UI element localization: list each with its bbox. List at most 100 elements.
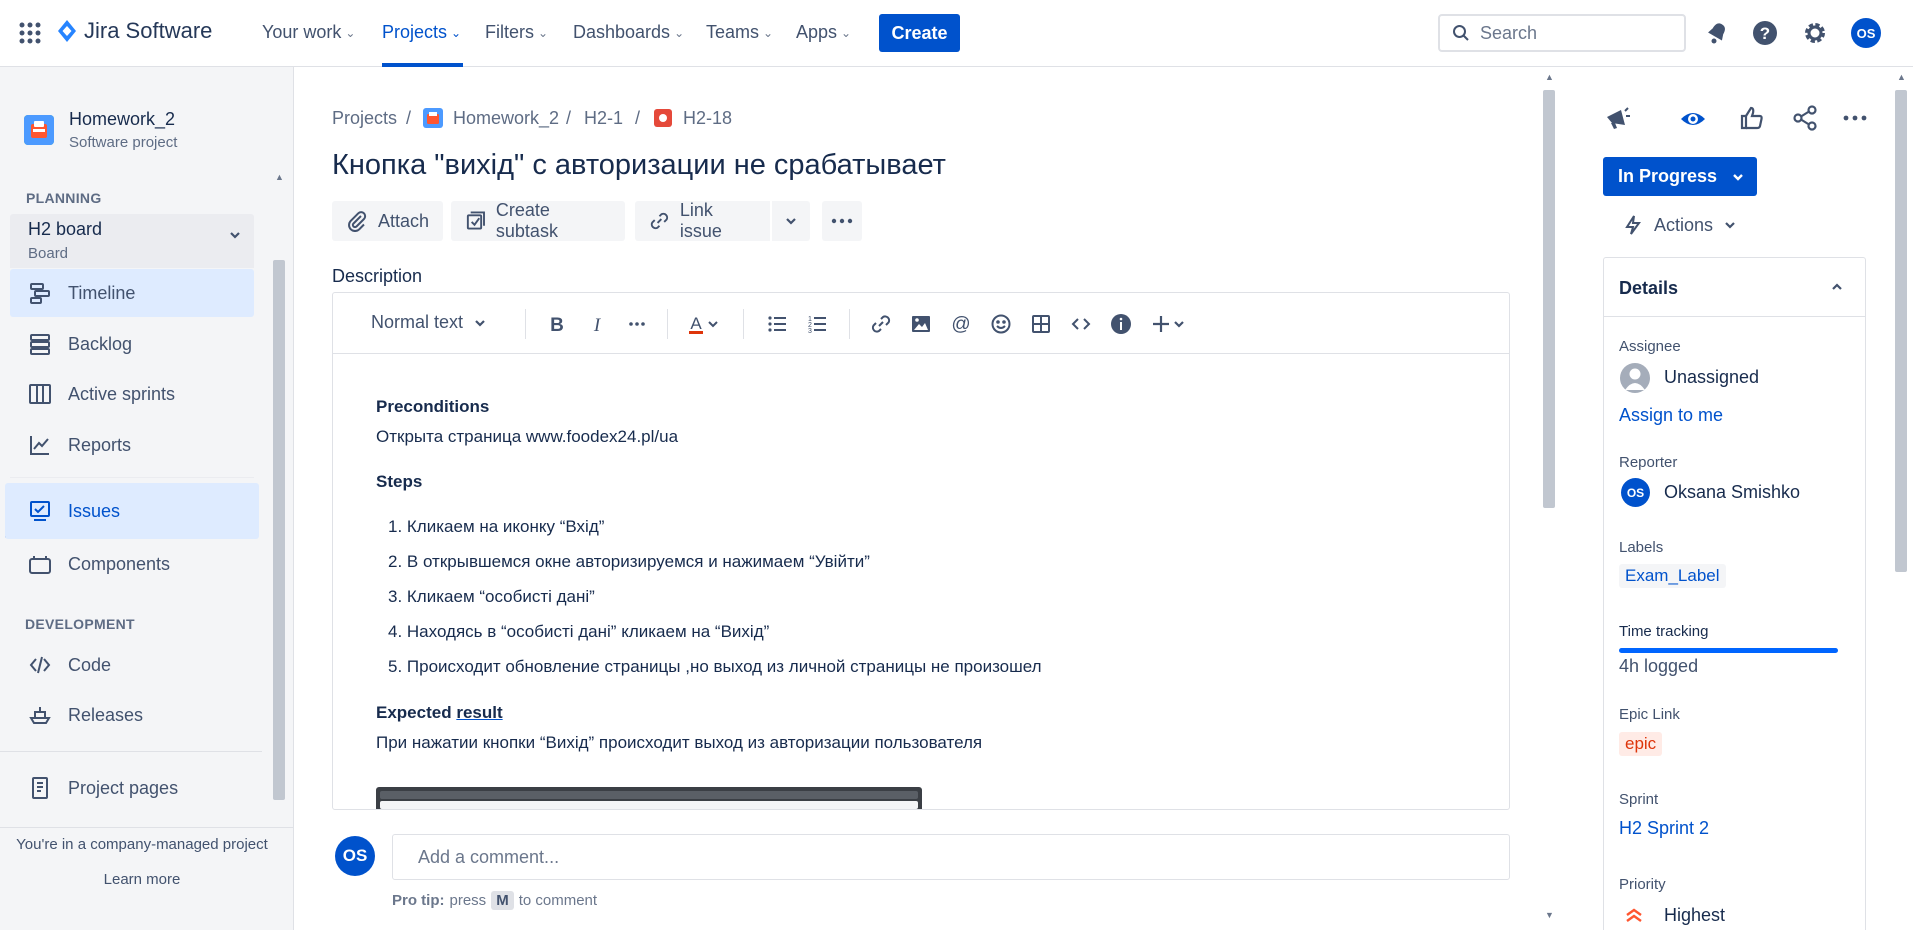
company-managed-text: You're in a company-managed project [16, 836, 268, 853]
chevron-up-icon[interactable] [1830, 280, 1844, 294]
epic-lozenge[interactable]: epic [1619, 732, 1663, 756]
italic-icon[interactable]: I [585, 312, 609, 336]
project-name[interactable]: Homework_2 [69, 109, 175, 130]
help-icon[interactable]: ? [1752, 20, 1778, 46]
label-tag[interactable]: Exam_Label [1619, 564, 1726, 588]
status-dropdown[interactable]: In Progress [1603, 157, 1757, 196]
feedback-megaphone-icon[interactable] [1603, 105, 1631, 133]
scroll-up-icon[interactable]: ▲ [275, 172, 284, 182]
numbered-list-icon[interactable]: 123 [805, 312, 829, 336]
scrollbar-thumb[interactable] [1543, 90, 1555, 508]
breadcrumb-projects[interactable]: Projects [332, 108, 397, 129]
nav-projects[interactable]: Projects ⌄ [382, 22, 461, 43]
board-selector[interactable]: H2 board Board [10, 214, 254, 268]
breadcrumb-project[interactable]: Homework_2 [453, 108, 559, 129]
details-header[interactable]: Details [1604, 258, 1865, 317]
scrollbar-thumb[interactable] [273, 260, 285, 800]
comment-input[interactable]: Add a comment... [392, 834, 1510, 880]
mention-icon[interactable]: @ [949, 312, 973, 336]
sidebar-item-components[interactable]: Components [10, 540, 254, 588]
scroll-down-icon[interactable]: ▼ [1545, 910, 1554, 920]
breadcrumb-epic[interactable]: H2-1 [584, 108, 623, 129]
jira-logo[interactable]: Jira Software [56, 18, 212, 44]
bold-icon[interactable]: B [545, 312, 569, 336]
bullet-list-icon[interactable] [765, 312, 789, 336]
more-actions-button[interactable] [822, 201, 862, 241]
planning-heading: PLANNING [26, 190, 102, 206]
breadcrumb-separator: / [566, 108, 572, 128]
sidebar-item-backlog[interactable]: Backlog [10, 320, 254, 368]
nav-filters[interactable]: Filters ⌄ [485, 22, 548, 43]
insert-more-icon[interactable] [1151, 312, 1191, 336]
user-avatar[interactable]: OS [1851, 18, 1881, 48]
description-editor[interactable]: Normal text B I A 123 @ Preconditions От… [332, 292, 1510, 810]
scroll-up-icon[interactable]: ▲ [1545, 72, 1554, 82]
link-icon [650, 212, 669, 230]
main-scrollbar[interactable]: ▲ ▼ [1540, 70, 1558, 930]
actions-dropdown[interactable]: Actions [1622, 214, 1737, 236]
priority-label: Priority [1619, 876, 1666, 893]
nav-dashboards[interactable]: Dashboards ⌄ [573, 22, 684, 43]
sidebar-item-releases[interactable]: Releases [10, 691, 254, 739]
emoji-icon[interactable] [989, 312, 1013, 336]
app-switcher-icon[interactable] [19, 22, 41, 44]
attach-button[interactable]: Attach [332, 201, 443, 241]
sidebar-group-divider [10, 477, 254, 478]
vote-thumbs-up-icon[interactable] [1738, 104, 1766, 132]
text-color-icon[interactable]: A [687, 312, 727, 336]
table-icon[interactable] [1029, 312, 1053, 336]
step-item: 1. Кликаем на иконку “Вхід” [388, 517, 605, 536]
more-horizontal-icon[interactable] [1841, 104, 1869, 132]
assignee-value[interactable]: Unassigned [1664, 367, 1759, 388]
create-subtask-button[interactable]: Create subtask [451, 200, 625, 241]
text-style-label: Normal text [371, 312, 464, 332]
sidebar-item-active-sprints[interactable]: Active sprints [10, 370, 254, 418]
learn-more-link[interactable]: Learn more [0, 871, 284, 888]
reporter-value[interactable]: Oksana Smishko [1664, 482, 1800, 503]
search-input[interactable]: Search [1438, 14, 1686, 52]
sidebar-item-code[interactable]: Code [10, 641, 254, 689]
details-heading: Details [1619, 278, 1679, 298]
project-sidebar: Homework_2 Software project PLANNING H2 … [0, 67, 294, 930]
time-tracking-bar[interactable] [1619, 648, 1838, 653]
info-panel-icon[interactable] [1109, 312, 1133, 336]
image-icon[interactable] [909, 312, 933, 336]
nav-your-work[interactable]: Your work ⌄ [262, 22, 355, 43]
link-issue-dropdown[interactable] [772, 201, 810, 241]
description-label: Description [332, 266, 423, 286]
nav-apps[interactable]: Apps ⌄ [796, 22, 851, 43]
chevron-down-icon [1733, 173, 1743, 181]
sidebar-item-project-pages[interactable]: Project pages [10, 764, 254, 812]
nav-teams[interactable]: Teams ⌄ [706, 22, 773, 43]
share-icon[interactable] [1791, 104, 1819, 132]
actions-label: Actions [1654, 214, 1714, 235]
link-icon[interactable] [869, 312, 893, 336]
priority-highest-icon [1624, 905, 1644, 923]
sidebar-item-label: Project pages [68, 777, 179, 798]
sprint-value[interactable]: H2 Sprint 2 [1619, 818, 1709, 839]
more-formatting-icon[interactable] [625, 312, 649, 336]
sidebar-scrollbar[interactable]: ▲ ▼ [270, 172, 288, 894]
status-label: In Progress [1618, 166, 1718, 186]
priority-value[interactable]: Highest [1664, 905, 1725, 926]
panel-scrollbar[interactable]: ▲ [1892, 70, 1910, 930]
sidebar-item-label: Releases [68, 704, 144, 725]
watch-eye-icon[interactable] [1679, 105, 1707, 133]
attached-screenshot-thumbnail[interactable] [376, 787, 922, 809]
jira-diamond-icon [58, 20, 76, 42]
breadcrumb-issue-key[interactable]: H2-18 [683, 108, 732, 129]
code-block-icon[interactable] [1069, 312, 1093, 336]
scrollbar-thumb[interactable] [1895, 90, 1907, 572]
scroll-up-icon[interactable]: ▲ [1897, 72, 1906, 82]
issue-title[interactable]: Кнопка "вихід" с авторизации не срабатыв… [332, 149, 946, 182]
sidebar-item-reports[interactable]: Reports [10, 421, 254, 469]
link-issue-button[interactable]: Link issue [635, 200, 770, 241]
notifications-icon[interactable] [1704, 20, 1730, 46]
chevron-down-icon: ⌄ [345, 25, 356, 40]
text-style-dropdown[interactable]: Normal text [371, 312, 487, 333]
sidebar-item-issues[interactable]: Issues [5, 483, 259, 539]
settings-gear-icon[interactable] [1802, 20, 1828, 46]
create-button[interactable]: Create [879, 14, 960, 52]
assign-to-me-link[interactable]: Assign to me [1619, 405, 1723, 426]
sidebar-item-timeline[interactable]: Timeline [10, 269, 254, 317]
